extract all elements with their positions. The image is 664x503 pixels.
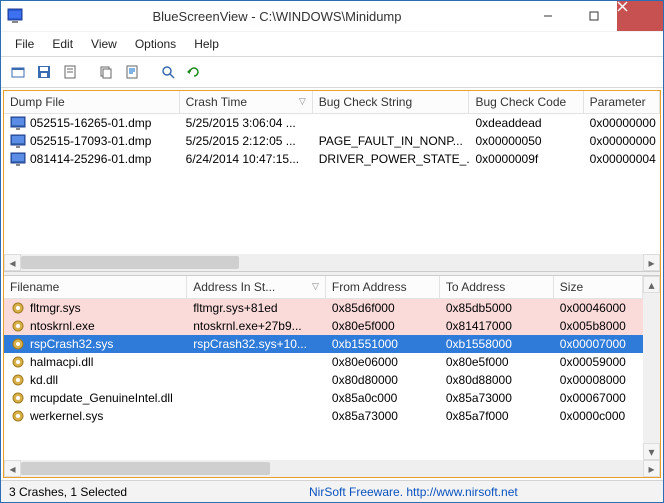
toolbar-properties-icon[interactable] bbox=[59, 61, 81, 83]
table-row[interactable]: kd.dll0x80d800000x80d880000x00008000 bbox=[4, 371, 643, 389]
status-text: 3 Crashes, 1 Selected bbox=[9, 485, 309, 499]
menu-file[interactable]: File bbox=[7, 34, 42, 54]
statusbar: 3 Crashes, 1 Selected NirSoft Freeware. … bbox=[1, 480, 663, 502]
main-panes: Dump File Crash Time▽ Bug Check String B… bbox=[3, 90, 661, 478]
scroll-up-icon[interactable]: ▴ bbox=[643, 276, 660, 293]
window-title: BlueScreenView - C:\WINDOWS\Minidump bbox=[29, 9, 525, 24]
scroll-right-icon[interactable]: ▸ bbox=[643, 460, 660, 477]
table-row[interactable]: 081414-25296-01.dmp6/24/2014 10:47:15...… bbox=[4, 150, 660, 168]
sort-indicator-icon: ▽ bbox=[312, 281, 319, 292]
drivers-hscrollbar[interactable]: ◂ ▸ bbox=[4, 460, 660, 477]
close-button[interactable] bbox=[617, 1, 663, 31]
toolbar-report-icon[interactable] bbox=[121, 61, 143, 83]
col-address-in-stack[interactable]: Address In St...▽ bbox=[187, 276, 326, 298]
dump-list-header: Dump File Crash Time▽ Bug Check String B… bbox=[4, 91, 660, 114]
col-bug-check-code[interactable]: Bug Check Code bbox=[469, 91, 583, 113]
toolbar bbox=[1, 56, 663, 88]
table-row[interactable]: halmacpi.dll0x80e060000x80e5f0000x000590… bbox=[4, 353, 643, 371]
menu-options[interactable]: Options bbox=[127, 34, 184, 54]
dump-hscrollbar[interactable]: ◂ ▸ bbox=[4, 254, 660, 271]
table-row[interactable]: mcupdate_GenuineIntel.dll0x85a0c0000x85a… bbox=[4, 389, 643, 407]
driver-icon bbox=[10, 372, 26, 388]
table-row[interactable]: ntoskrnl.exentoskrnl.exe+27b9...0x80e5f0… bbox=[4, 317, 643, 335]
driver-icon bbox=[10, 354, 26, 370]
titlebar: BlueScreenView - C:\WINDOWS\Minidump bbox=[1, 1, 663, 31]
sort-indicator-icon: ▽ bbox=[299, 96, 306, 107]
window-controls bbox=[525, 1, 663, 31]
col-size[interactable]: Size bbox=[554, 276, 643, 298]
menu-help[interactable]: Help bbox=[186, 34, 227, 54]
driver-icon bbox=[10, 318, 26, 334]
table-row[interactable]: 052515-16265-01.dmp5/25/2015 3:06:04 ...… bbox=[4, 114, 660, 132]
driver-icon bbox=[10, 408, 26, 424]
driver-icon bbox=[10, 300, 26, 316]
table-row[interactable]: fltmgr.sysfltmgr.sys+81ed0x85d6f0000x85d… bbox=[4, 299, 643, 317]
scroll-left-icon[interactable]: ◂ bbox=[4, 460, 21, 477]
app-icon bbox=[1, 8, 29, 24]
toolbar-refresh-icon[interactable] bbox=[183, 61, 205, 83]
toolbar-save-icon[interactable] bbox=[33, 61, 55, 83]
scroll-right-icon[interactable]: ▸ bbox=[643, 254, 660, 271]
status-branding: NirSoft Freeware. http://www.nirsoft.net bbox=[309, 485, 655, 499]
drivers-listview[interactable]: Filename Address In St...▽ From Address … bbox=[4, 276, 660, 460]
col-filename[interactable]: Filename bbox=[4, 276, 187, 298]
drivers-list-header: Filename Address In St...▽ From Address … bbox=[4, 276, 643, 299]
col-to-address[interactable]: To Address bbox=[440, 276, 554, 298]
monitor-icon bbox=[10, 151, 26, 167]
nirsoft-link[interactable]: http://www.nirsoft.net bbox=[406, 485, 517, 499]
col-bug-check-string[interactable]: Bug Check String bbox=[313, 91, 470, 113]
menu-view[interactable]: View bbox=[83, 34, 125, 54]
monitor-icon bbox=[10, 115, 26, 131]
scroll-left-icon[interactable]: ◂ bbox=[4, 254, 21, 271]
monitor-icon bbox=[10, 133, 26, 149]
drivers-vscrollbar[interactable]: ▴ ▾ bbox=[643, 276, 660, 460]
maximize-button[interactable] bbox=[571, 1, 617, 31]
toolbar-copy-icon[interactable] bbox=[95, 61, 117, 83]
scroll-down-icon[interactable]: ▾ bbox=[643, 443, 660, 460]
table-row[interactable]: 052515-17093-01.dmp5/25/2015 2:12:05 ...… bbox=[4, 132, 660, 150]
drivers-list-pane: Filename Address In St...▽ From Address … bbox=[4, 276, 660, 477]
driver-icon bbox=[10, 390, 26, 406]
col-crash-time[interactable]: Crash Time▽ bbox=[180, 91, 313, 113]
minimize-button[interactable] bbox=[525, 1, 571, 31]
table-row[interactable]: werkernel.sys0x85a730000x85a7f0000x0000c… bbox=[4, 407, 643, 425]
toolbar-find-icon[interactable] bbox=[157, 61, 179, 83]
table-row[interactable]: rspCrash32.sysrspCrash32.sys+10...0xb155… bbox=[4, 335, 643, 353]
col-parameter[interactable]: Parameter bbox=[584, 91, 660, 113]
dump-listview[interactable]: Dump File Crash Time▽ Bug Check String B… bbox=[4, 91, 660, 254]
menu-edit[interactable]: Edit bbox=[44, 34, 81, 54]
dump-list-pane: Dump File Crash Time▽ Bug Check String B… bbox=[4, 91, 660, 271]
col-from-address[interactable]: From Address bbox=[326, 276, 440, 298]
toolbar-open-icon[interactable] bbox=[7, 61, 29, 83]
driver-icon bbox=[10, 336, 26, 352]
col-dump-file[interactable]: Dump File bbox=[4, 91, 180, 113]
menubar: File Edit View Options Help bbox=[1, 31, 663, 56]
